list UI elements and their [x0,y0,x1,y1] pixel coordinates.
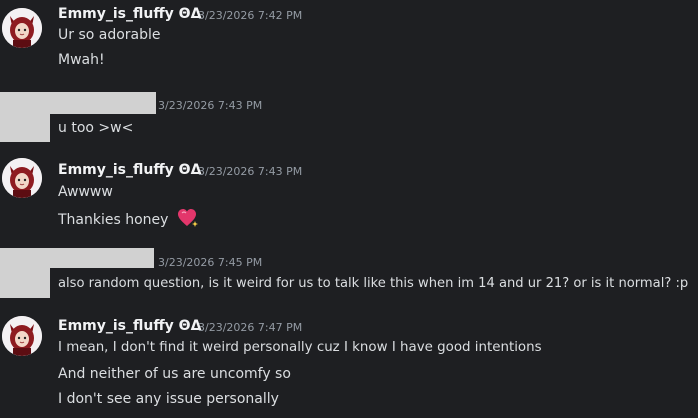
timestamp: 3/23/2026 7:42 PM [198,9,303,22]
message-text: And neither of us are uncomfy so [58,366,291,382]
avatar-image [2,8,42,48]
message-group: 3/23/2026 7:43 PM u too >w< [0,82,698,146]
avatar-image [2,316,42,356]
redacted-avatar [0,92,50,142]
timestamp: 3/23/2026 7:47 PM [198,321,303,334]
sparkling-heart-icon [177,208,199,232]
timestamp: 3/23/2026 7:43 PM [158,99,263,112]
username[interactable]: Emmy_is_fluffy ΘΔ [58,162,201,178]
message-text: Awwww [58,184,113,200]
message-text: u too >w< [58,120,134,136]
avatar[interactable] [2,8,42,48]
redacted-avatar [0,248,50,298]
message-text: Thankies honey [58,208,199,232]
avatar[interactable] [2,316,42,356]
message-group: Emmy_is_fluffy ΘΔ 3/23/2026 7:47 PM I me… [0,304,698,418]
avatar-image [2,158,42,198]
timestamp: 3/23/2026 7:45 PM [158,256,263,269]
message-group: Emmy_is_fluffy ΘΔ 3/23/2026 7:43 PM Awww… [0,148,698,238]
message-group: 3/23/2026 7:45 PM also random question, … [0,238,698,302]
message-text-content: Thankies honey [58,212,169,228]
message-text: also random question, is it weird for us… [58,276,689,291]
message-group: Emmy_is_fluffy ΘΔ 3/23/2026 7:42 PM Ur s… [0,0,698,82]
avatar[interactable] [2,158,42,198]
username[interactable]: Emmy_is_fluffy ΘΔ [58,318,201,334]
username[interactable]: Emmy_is_fluffy ΘΔ [58,6,201,22]
message-text: Ur so adorable [58,27,161,43]
message-text: Mwah! [58,52,105,68]
message-text: I don't see any issue personally [58,391,279,407]
message-text: I mean, I don't find it weird personally… [58,340,542,355]
timestamp: 3/23/2026 7:43 PM [198,165,303,178]
